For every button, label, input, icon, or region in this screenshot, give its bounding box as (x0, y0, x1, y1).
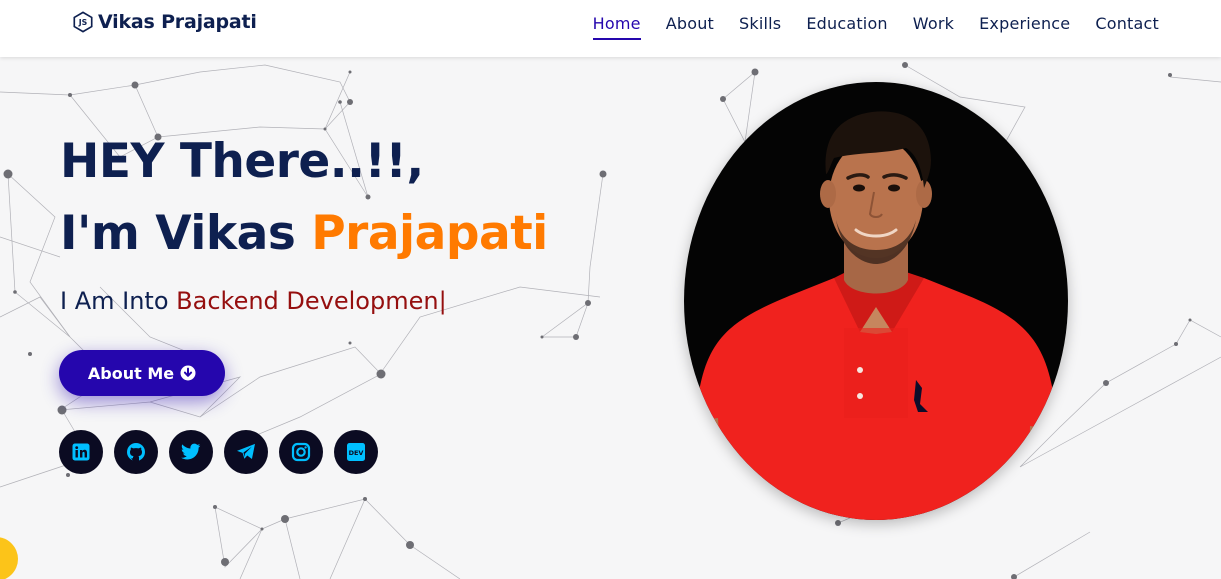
arrow-circle-down-icon (180, 365, 196, 381)
intro-accent-name: Prajapati (311, 206, 548, 261)
twitter-icon (181, 443, 201, 461)
profile-photo (684, 82, 1068, 520)
github-link[interactable] (114, 430, 158, 474)
social-links: DEV (59, 430, 378, 474)
nav-link-work[interactable]: Work (913, 14, 954, 40)
greeting-heading: HEY There..!!, (60, 134, 424, 189)
hero-text: HEY There..!!, I'm Vikas Prajapati I Am … (60, 138, 548, 315)
brand-logo[interactable]: JS Vikas Prajapati (72, 11, 257, 33)
navbar: JS Vikas Prajapati Home About Skills Edu… (0, 0, 1221, 57)
brand-name: Vikas Prajapati (98, 11, 257, 33)
nav-link-education[interactable]: Education (806, 14, 887, 40)
dev-icon-label: DEV (349, 449, 364, 457)
nav-link-about[interactable]: About (666, 14, 714, 40)
intro-prefix: I'm Vikas (60, 206, 312, 261)
instagram-link[interactable] (279, 430, 323, 474)
nav-link-contact[interactable]: Contact (1095, 14, 1159, 40)
twitter-link[interactable] (169, 430, 213, 474)
typed-prefix: I Am Into (60, 287, 177, 315)
typed-role: Backend Developmen (176, 287, 439, 315)
telegram-icon (236, 443, 256, 461)
nav-menu: Home About Skills Education Work Experie… (592, 14, 1159, 40)
nodejs-hexagon-icon: JS (72, 11, 94, 33)
linkedin-link[interactable] (59, 430, 103, 474)
typed-cursor: | (438, 287, 447, 315)
github-icon (126, 442, 146, 462)
telegram-link[interactable] (224, 430, 268, 474)
intro-heading: I'm Vikas Prajapati (60, 210, 548, 257)
dev-link[interactable]: DEV (334, 430, 378, 474)
about-me-label: About Me (87, 363, 175, 383)
nav-link-home[interactable]: Home (592, 14, 641, 40)
linkedin-icon (72, 443, 90, 461)
typed-role-line: I Am Into Backend Developmen| (60, 287, 548, 315)
nav-link-experience[interactable]: Experience (979, 14, 1070, 40)
about-me-button[interactable]: About Me (59, 350, 225, 396)
dev-icon: DEV (346, 442, 366, 462)
instagram-icon (291, 442, 311, 462)
nav-link-skills[interactable]: Skills (739, 14, 781, 40)
svg-text:JS: JS (78, 18, 88, 27)
